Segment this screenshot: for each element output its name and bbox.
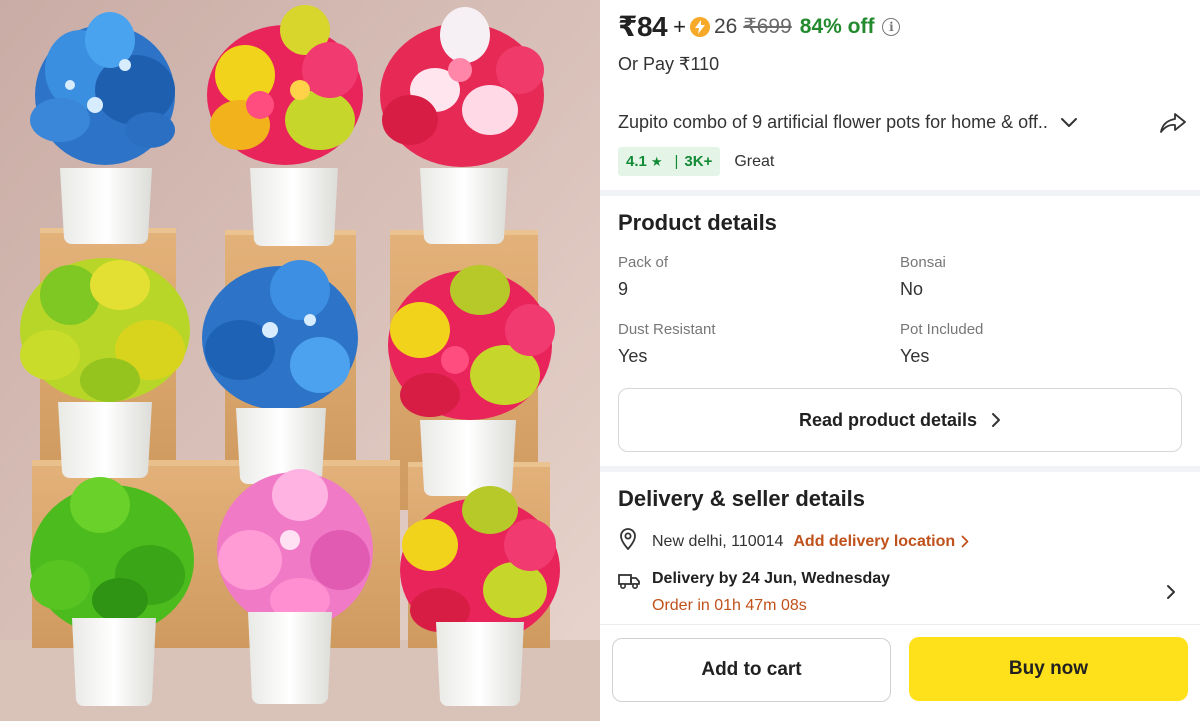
spec-value: Yes (900, 346, 930, 366)
mrp-price: ₹699 (743, 15, 792, 38)
product-details-title: Product details (618, 210, 777, 235)
price-plus: + (673, 13, 686, 39)
chevron-right-icon[interactable] (1166, 584, 1176, 605)
delivery-location: New delhi, 110014 (652, 532, 784, 550)
spec-label: Dust Resistant (618, 321, 716, 338)
section-divider (600, 466, 1200, 472)
rating-badge: 4.1 ★ | 3K+ (618, 147, 721, 176)
discount-percent: 84% off (799, 14, 875, 38)
spec-bonsai: Bonsai No (900, 254, 946, 300)
chevron-right-icon (991, 412, 1001, 428)
rating-label: Great (734, 152, 775, 170)
spec-label: Bonsai (900, 254, 946, 271)
star-icon: ★ (650, 153, 663, 169)
delivery-location-row[interactable]: New delhi, 110014 Add delivery location (618, 528, 969, 555)
chevron-right-icon (961, 535, 969, 548)
spec-pot-included: Pot Included Yes (900, 321, 983, 367)
section-divider (600, 190, 1200, 196)
truck-icon (618, 572, 640, 595)
spec-value: No (900, 279, 924, 299)
supercoin-lightning-icon (690, 16, 710, 37)
bottom-action-bar: Add to cart Buy now (600, 624, 1200, 721)
or-pay-price: Or Pay ₹110 (618, 54, 720, 74)
product-image[interactable] (0, 0, 600, 721)
add-delivery-location-link[interactable]: Add delivery location (793, 533, 955, 551)
selling-price: ₹84 (618, 11, 668, 42)
location-pin-icon (618, 528, 638, 555)
price-row: ₹84 + 26 ₹699 84% off i (618, 10, 901, 43)
spec-value: Yes (618, 346, 648, 366)
info-icon[interactable]: i (882, 17, 901, 36)
product-title[interactable]: Zupito combo of 9 artificial flower pots… (618, 112, 1048, 133)
rating-value: 4.1 (626, 153, 647, 170)
rating-separator: | (674, 153, 679, 170)
product-title-row: Zupito combo of 9 artificial flower pots… (618, 112, 1188, 133)
chevron-down-icon[interactable] (1060, 113, 1080, 133)
product-photo (0, 0, 600, 721)
rating-count: 3K+ (684, 153, 713, 170)
spec-label: Pot Included (900, 321, 984, 338)
delivery-section-title: Delivery & seller details (618, 486, 866, 511)
share-icon[interactable] (1158, 110, 1188, 136)
rating-row[interactable]: 4.1 ★ | 3K+ Great (618, 147, 774, 176)
buy-now-button[interactable]: Buy now (909, 637, 1188, 701)
read-product-details-label: Read product details (798, 409, 978, 430)
spec-label: Pack of (618, 254, 669, 271)
product-info-panel: ₹84 + 26 ₹699 84% off i Or Pay ₹110 Zupi… (600, 0, 1200, 721)
add-to-cart-button[interactable]: Add to cart (612, 638, 891, 702)
delivery-date: Delivery by 24 Jun, Wednesday (652, 570, 891, 587)
coin-amount: 26 (714, 14, 738, 38)
spec-pack-of: Pack of 9 (618, 254, 668, 300)
read-product-details-button[interactable]: Read product details (618, 388, 1182, 452)
spec-dust-resistant: Dust Resistant Yes (618, 321, 716, 367)
spec-value: 9 (618, 279, 629, 299)
order-countdown: Order in 01h 47m 08s (652, 597, 807, 614)
